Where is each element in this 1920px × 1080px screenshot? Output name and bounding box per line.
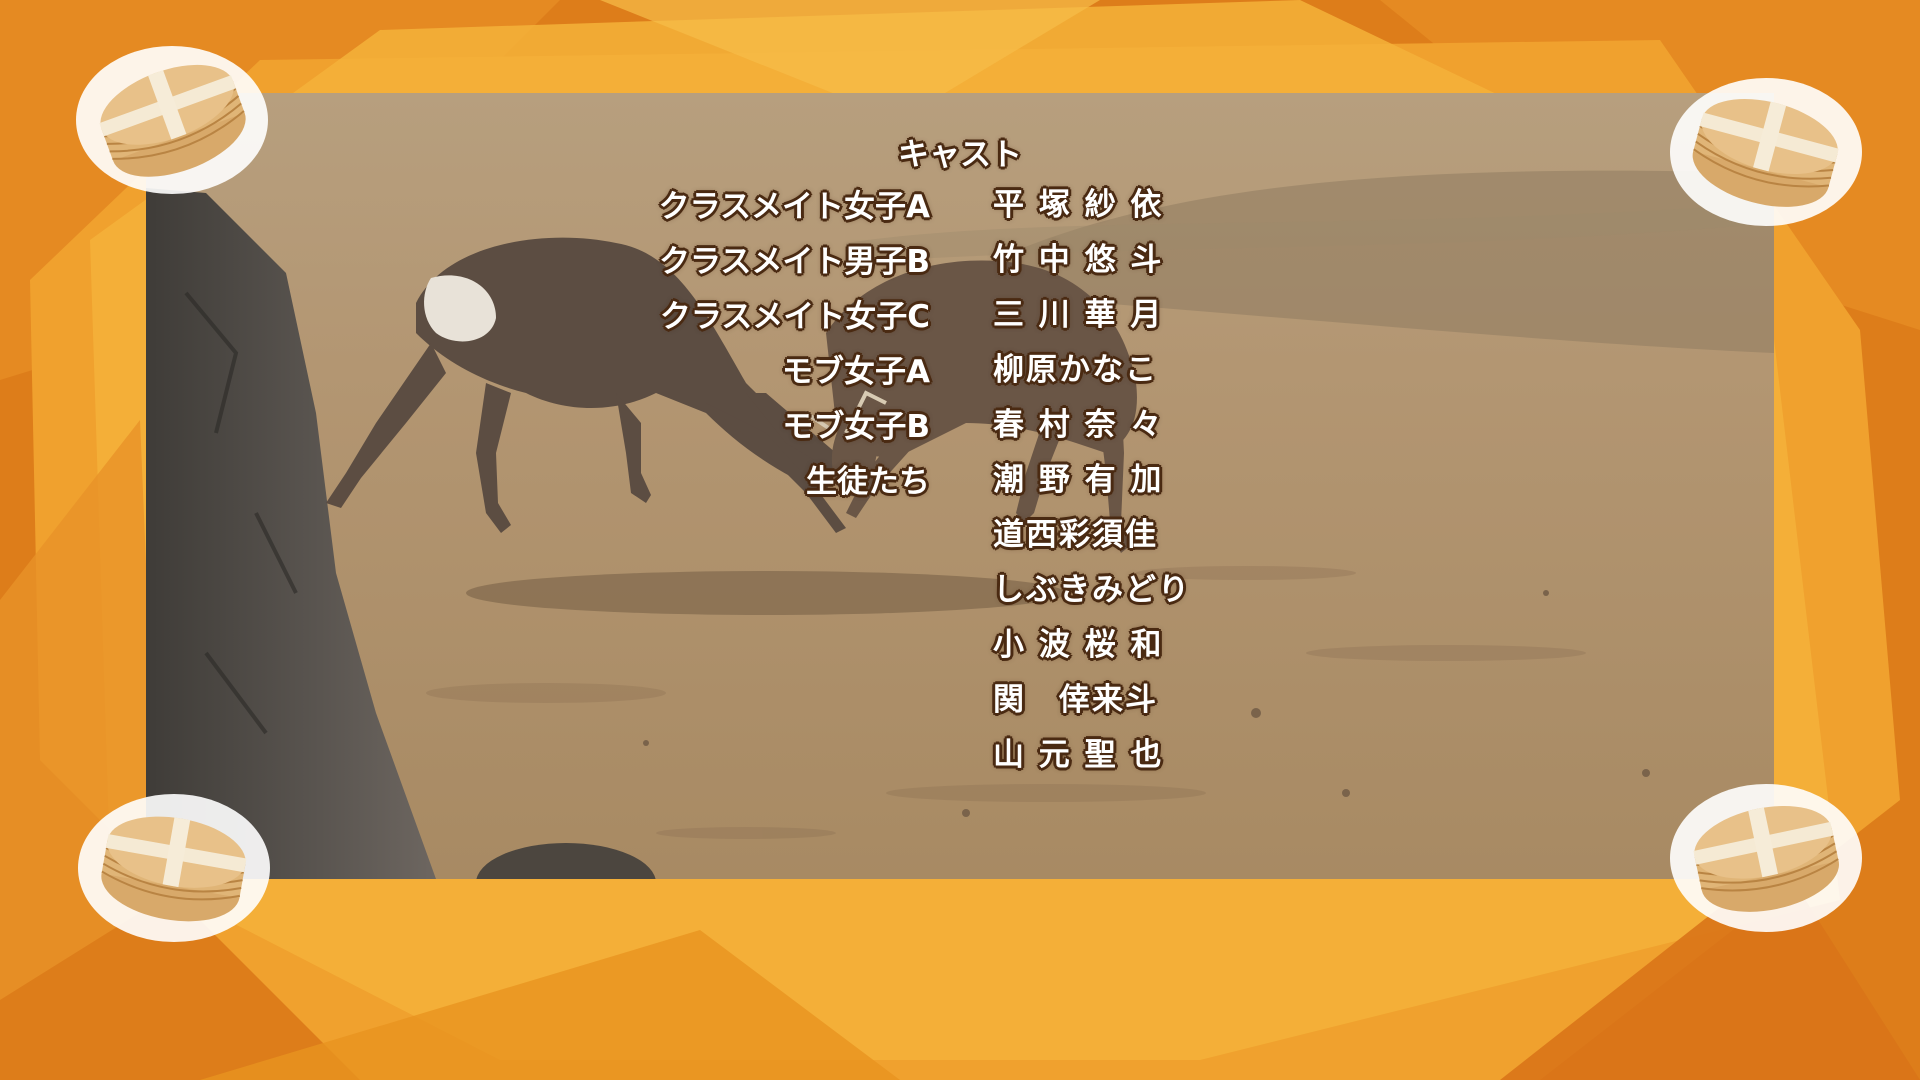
crepe-stack-icon [78, 794, 270, 942]
crepe-stack-icon [1670, 78, 1862, 226]
crepe-stack-icon [1670, 784, 1862, 932]
crepe-stack-icon [76, 46, 268, 194]
deer-photo [146, 93, 1774, 879]
